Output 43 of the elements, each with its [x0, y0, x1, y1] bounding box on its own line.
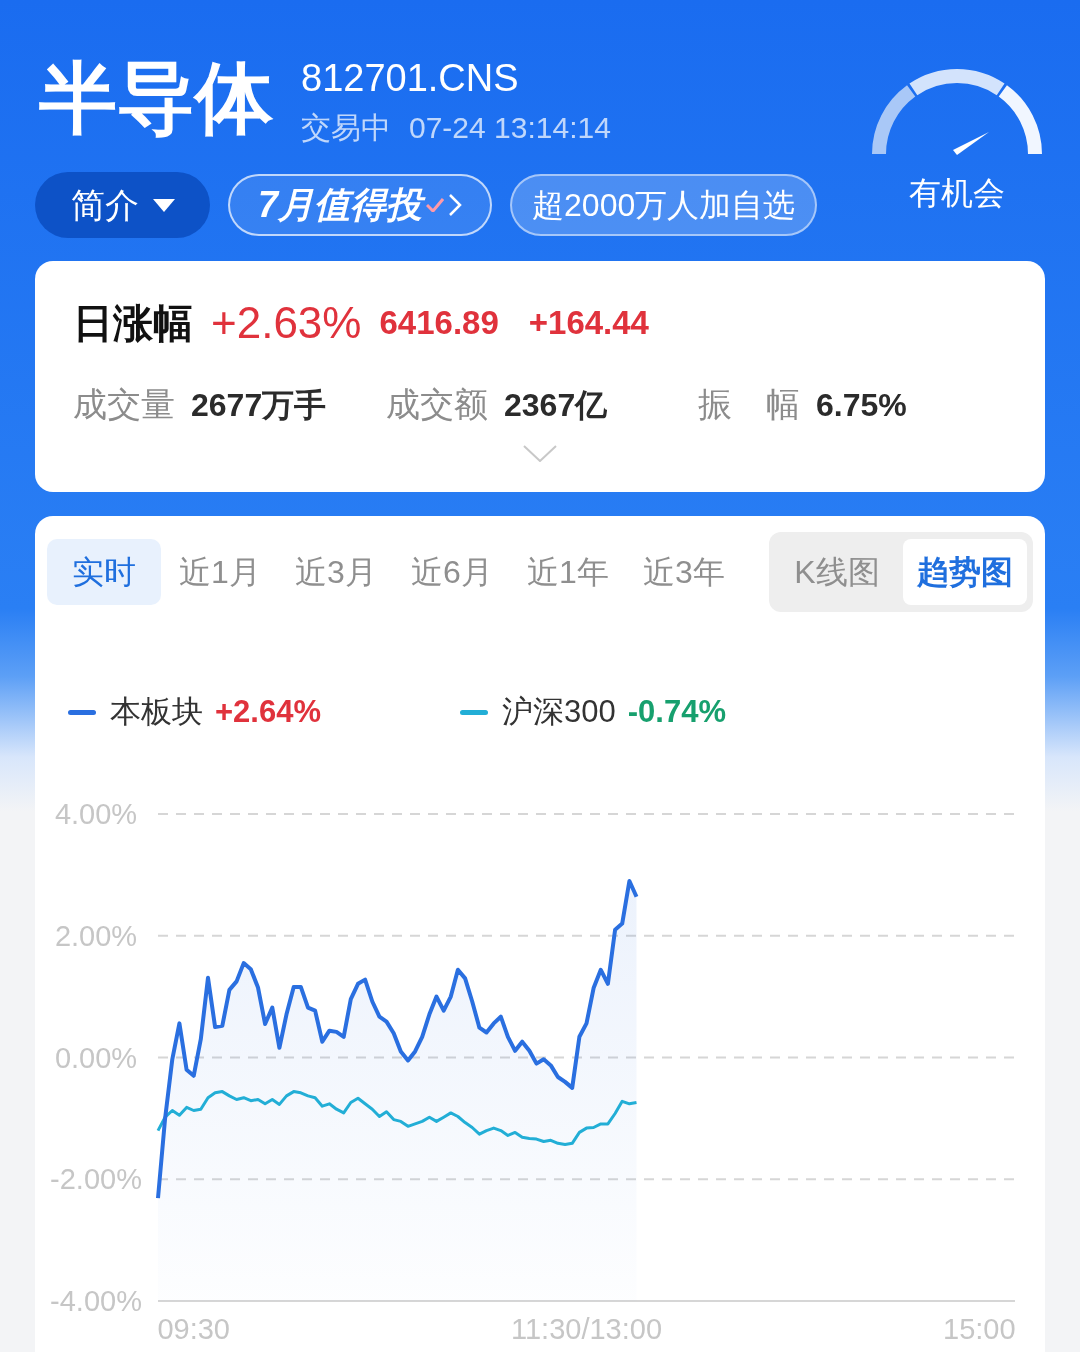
period-tab[interactable]: 近6月	[395, 539, 509, 605]
period-tab[interactable]: 近1年	[511, 539, 625, 605]
axis-label: 11:30/13:00	[511, 1313, 662, 1345]
chart-type-tab[interactable]: 趋势图	[903, 539, 1027, 605]
index-price: 6416.89	[379, 303, 499, 344]
stat-label: 成交额	[386, 384, 488, 425]
legend-name: 本板块	[110, 692, 203, 731]
axis-label: -2.00%	[50, 1163, 142, 1196]
change-percent: +2.63%	[211, 297, 362, 349]
watchlist-tag[interactable]: 超2000万人加自选	[510, 174, 818, 236]
period-tab[interactable]: 近1月	[163, 539, 277, 605]
sector-code: 812701.CNS	[301, 56, 520, 100]
tick-icon	[426, 198, 445, 212]
chart-type-tab[interactable]: K线图	[775, 539, 899, 605]
axis-label: 15:00	[943, 1313, 1016, 1345]
chevron-right-icon	[448, 193, 463, 217]
axis-label: 4.00%	[54, 798, 138, 830]
summary-title: 日涨幅	[73, 300, 193, 347]
stat-value: 6.75%	[816, 385, 907, 425]
trading-status: 交易中	[301, 110, 391, 146]
period-tab[interactable]: 实时	[47, 539, 161, 605]
gauge-label: 有机会	[909, 174, 1005, 213]
chevron-down-icon[interactable]	[523, 445, 557, 462]
stat-label: 振 幅	[698, 384, 800, 425]
axis-label: 0.00%	[54, 1041, 138, 1074]
intro-dropdown[interactable]: 简介	[35, 172, 210, 238]
gauge-icon	[871, 68, 1043, 155]
axis-label: -4.00%	[50, 1285, 142, 1317]
promo-button[interactable]: 7月值得投	[228, 174, 493, 236]
stat-label: 成交量	[73, 384, 175, 425]
quote-time: 07-24 13:14:14	[409, 110, 611, 146]
legend-change: +2.64%	[215, 692, 321, 731]
sector-title: 半导体	[39, 56, 273, 140]
change-amount: +164.44	[528, 303, 649, 344]
period-tab[interactable]: 近3月	[279, 539, 393, 605]
legend-change: -0.74%	[627, 692, 726, 731]
period-tab[interactable]: 近3年	[627, 539, 741, 605]
axis-label: 09:30	[157, 1313, 230, 1345]
stat-value: 2677万手	[191, 385, 327, 425]
caret-down-icon	[152, 198, 175, 212]
stat-value: 2367亿	[504, 385, 608, 425]
legend-name: 沪深300	[502, 692, 616, 731]
axis-label: 2.00%	[54, 919, 138, 952]
